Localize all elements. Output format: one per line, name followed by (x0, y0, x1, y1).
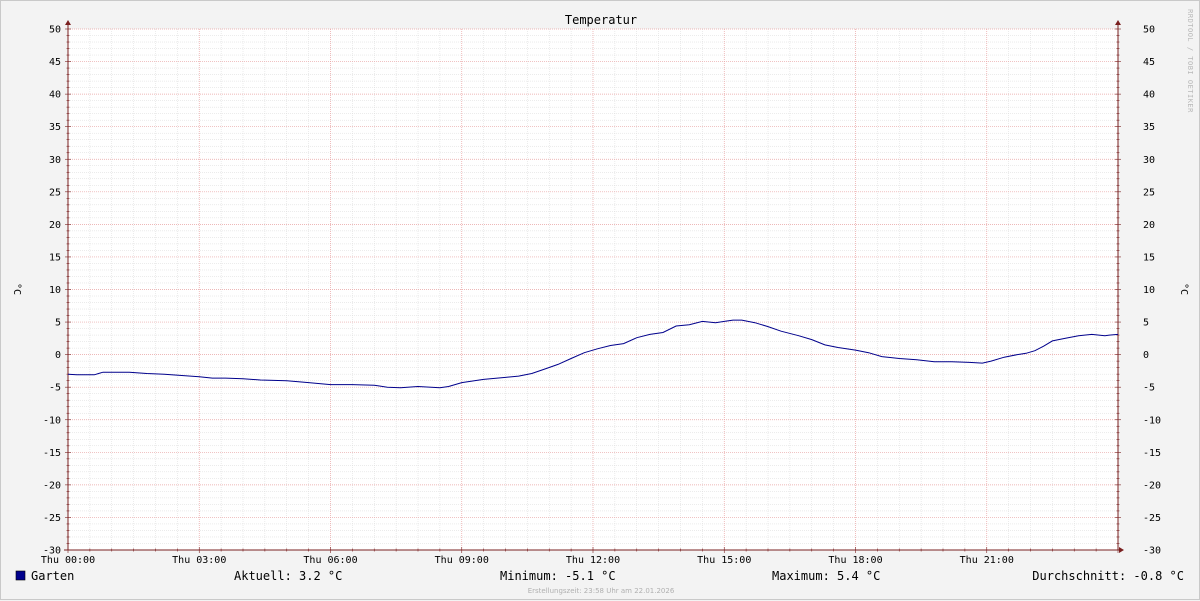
y-tick-label-right: 0 (1143, 350, 1149, 361)
y-tick-label-left: -25 (43, 513, 61, 524)
y-tick-label-left: -15 (43, 448, 61, 459)
y-axis-left-arrow (65, 20, 71, 25)
y-tick-label-left: -5 (49, 383, 61, 394)
y-tick-label-left: 10 (49, 285, 61, 296)
y-tick-label-right: 45 (1143, 57, 1155, 68)
x-tick-label: Thu 03:00 (172, 555, 226, 566)
y-tick-label-right: 35 (1143, 122, 1155, 133)
legend-maximum: Maximum: 5.4 °C (772, 569, 880, 583)
y-tick-label-right: -30 (1143, 546, 1161, 557)
legend-durchschnitt: Durchschnitt: -0.8 °C (1032, 569, 1184, 583)
y-axis-right-arrow (1115, 20, 1121, 25)
y-tick-label-left: 0 (55, 350, 61, 361)
y-tick-label-right: -20 (1143, 480, 1161, 491)
y-tick-label-right: 30 (1143, 155, 1155, 166)
y-axis-right-labels: 50454035302520151050-5-10-15-20-25-30 (1143, 25, 1161, 557)
y-tick-label-left: 50 (49, 25, 61, 36)
y-tick-label-left: 15 (49, 252, 61, 263)
legend-swatch-garten (15, 570, 26, 581)
x-tick-label: Thu 09:00 (435, 555, 489, 566)
y-tick-label-left: 35 (49, 122, 61, 133)
y-tick-label-left: 25 (49, 187, 61, 198)
footer-timestamp: Erstellungszeit: 23:58 Uhr am 22.01.2026 (528, 587, 675, 595)
y-tick-label-left: 30 (49, 155, 61, 166)
y-tick-label-left: -10 (43, 415, 61, 426)
chart-title: Temperatur (565, 13, 637, 27)
y-axis-label-left: °C (11, 283, 22, 295)
y-tick-label-left: 45 (49, 57, 61, 68)
y-tick-label-right: 20 (1143, 220, 1155, 231)
y-tick-label-left: 5 (55, 318, 61, 329)
x-tick-label: Thu 18:00 (828, 555, 882, 566)
legend-aktuell: Aktuell: 3.2 °C (234, 569, 342, 583)
y-tick-label-right: 5 (1143, 318, 1149, 329)
x-tick-label: Thu 00:00 (41, 555, 95, 566)
chart-frame: 50 45 40 35 30 25 20 15 10 5 0 -5 -10 -15 -20 -25 -30 50… (0, 0, 1200, 600)
x-tick-label: Thu 12:00 (566, 555, 620, 566)
y-tick-label-left: 40 (49, 90, 61, 101)
x-tick-label: Thu 15:00 (697, 555, 751, 566)
y-axis-left-labels: 50454035302520151050-5-10-15-20-25-30 (43, 25, 61, 557)
x-axis-labels: Thu 00:00 Thu 03:00 Thu 06:00 Thu 09:00 Thu … (41, 555, 1014, 566)
temperature-chart: 50454035302520151050-5-10-15-20-25-30 50… (11, 9, 1194, 595)
y-tick-label-right: -10 (1143, 415, 1161, 426)
watermark: RRDTOOL / TOBI OETIKER (1186, 9, 1194, 113)
x-tick-label: Thu 21:00 (960, 555, 1014, 566)
y-tick-label-left: 20 (49, 220, 61, 231)
y-axis-label-right: °C (1178, 283, 1189, 295)
y-tick-label-right: 40 (1143, 90, 1155, 101)
y-tick-label-right: -15 (1143, 448, 1161, 459)
y-tick-label-right: -25 (1143, 513, 1161, 524)
x-tick-label: Thu 06:00 (303, 555, 357, 566)
y-tick-label-right: 10 (1143, 285, 1155, 296)
y-tick-label-right: 15 (1143, 252, 1155, 263)
y-tick-label-right: 50 (1143, 25, 1155, 36)
y-tick-label-left: -20 (43, 480, 61, 491)
y-tick-label-right: 25 (1143, 187, 1155, 198)
legend-minimum: Minimum: -5.1 °C (500, 569, 616, 583)
legend-series-name: Garten (31, 569, 74, 583)
y-tick-label-right: -5 (1143, 383, 1155, 394)
